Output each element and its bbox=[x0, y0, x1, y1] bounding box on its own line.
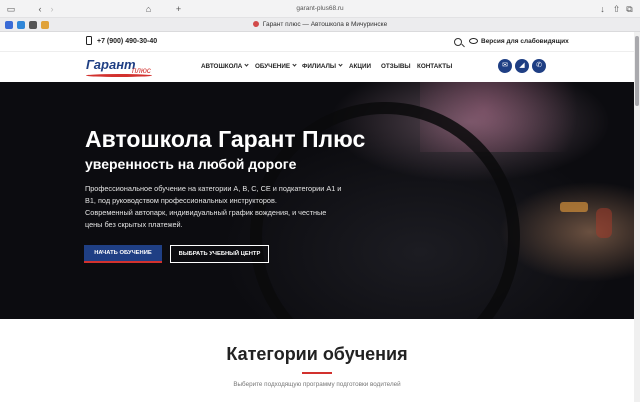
hero-title: Автошкола Гарант Плюс bbox=[85, 126, 366, 152]
back-icon[interactable]: ‹ bbox=[36, 3, 44, 15]
search-icon[interactable] bbox=[454, 38, 462, 46]
download-icon[interactable]: ↓ bbox=[598, 3, 607, 15]
nav-item-obuchenie[interactable]: ОБУЧЕНИЕ bbox=[255, 52, 297, 82]
share-icon[interactable]: ⇧ bbox=[612, 3, 621, 15]
chevron-down-icon bbox=[292, 62, 297, 67]
page-scrollbar[interactable] bbox=[634, 32, 640, 402]
address-bar[interactable]: garant-plus68.ru bbox=[200, 3, 440, 15]
browser-toolbar: ▭ ‹ › ⌂ + garant-plus68.ru ↓ ⇧ ⧉ bbox=[0, 0, 640, 18]
home-icon[interactable]: ⌂ bbox=[144, 3, 153, 15]
categories-title: Категории обучения bbox=[226, 344, 408, 364]
nav-item-otzyvy[interactable]: ОТЗЫВЫ bbox=[381, 52, 411, 82]
phone-number: +7 (900) 490-30-40 bbox=[97, 38, 158, 45]
nav-item-avtoshkola[interactable]: АВТОШКОЛА bbox=[201, 52, 249, 82]
logo-swoosh bbox=[86, 74, 152, 77]
whatsapp-icon[interactable]: ✆ bbox=[532, 59, 546, 73]
nav-item-akcii[interactable]: АКЦИИ bbox=[349, 52, 371, 82]
forward-icon[interactable]: › bbox=[48, 3, 56, 15]
hero-subtitle: уверенность на любой дороге bbox=[85, 156, 297, 172]
tab-title: Гарант плюс — Автошкола в Мичуринске bbox=[262, 21, 388, 28]
eye-icon bbox=[469, 38, 478, 44]
phone-link[interactable]: +7 (900) 490-30-40 bbox=[86, 32, 157, 52]
accessibility-link[interactable]: Версия для слабовидящих bbox=[469, 32, 569, 52]
new-tab-icon[interactable]: + bbox=[174, 3, 183, 15]
hero-description: Профессиональное обучение на категории А… bbox=[85, 184, 342, 229]
scrollbar-thumb[interactable] bbox=[635, 36, 639, 106]
active-tab[interactable]: Гарант плюс — Автошкола в Мичуринске bbox=[200, 18, 440, 32]
tabs-overview-icon[interactable]: ⧉ bbox=[625, 3, 634, 15]
dashboard-glow bbox=[596, 208, 612, 238]
site-topbar: +7 (900) 490-30-40 Версия для слабовидящ… bbox=[0, 32, 634, 52]
main-navigation: Гарант плюс АВТОШКОЛА ОБУЧЕНИЕ ФИЛИАЛЫ А… bbox=[0, 52, 634, 82]
nav-item-filialy[interactable]: ФИЛИАЛЫ bbox=[302, 52, 343, 82]
chevron-down-icon bbox=[338, 62, 343, 67]
pinned-tab-icon[interactable] bbox=[41, 21, 49, 29]
pinned-tab-icon[interactable] bbox=[29, 21, 37, 29]
pinned-tab-icon[interactable] bbox=[17, 21, 25, 29]
choose-center-button[interactable]: ВЫБРАТЬ УЧЕБНЫЙ ЦЕНТР bbox=[170, 245, 269, 263]
categories-subtitle: Выберите подходящую программу подготовки… bbox=[233, 381, 401, 388]
hero-section: Автошкола Гарант Плюс уверенность на люб… bbox=[0, 82, 634, 319]
start-learning-button[interactable]: НАЧАТЬ ОБУЧЕНИЕ bbox=[84, 245, 162, 263]
tab-bar: Гарант плюс — Автошкола в Мичуринске bbox=[0, 18, 640, 32]
sidebar-icon[interactable]: ▭ bbox=[6, 3, 16, 15]
nav-item-kontakty[interactable]: КОНТАКТЫ bbox=[417, 52, 452, 82]
telegram-icon[interactable]: ◢ bbox=[515, 59, 529, 73]
phone-icon bbox=[86, 36, 92, 45]
chevron-down-icon bbox=[244, 62, 249, 67]
site-favicon-icon bbox=[252, 21, 259, 27]
dashboard-glow bbox=[560, 202, 588, 212]
title-underline bbox=[302, 372, 332, 374]
pinned-tab-icon[interactable] bbox=[5, 21, 13, 29]
accessibility-label: Версия для слабовидящих bbox=[481, 38, 569, 45]
site-logo[interactable]: Гарант плюс bbox=[86, 56, 156, 80]
email-icon[interactable]: ✉ bbox=[498, 59, 512, 73]
logo-main-text: Гарант bbox=[86, 57, 136, 72]
